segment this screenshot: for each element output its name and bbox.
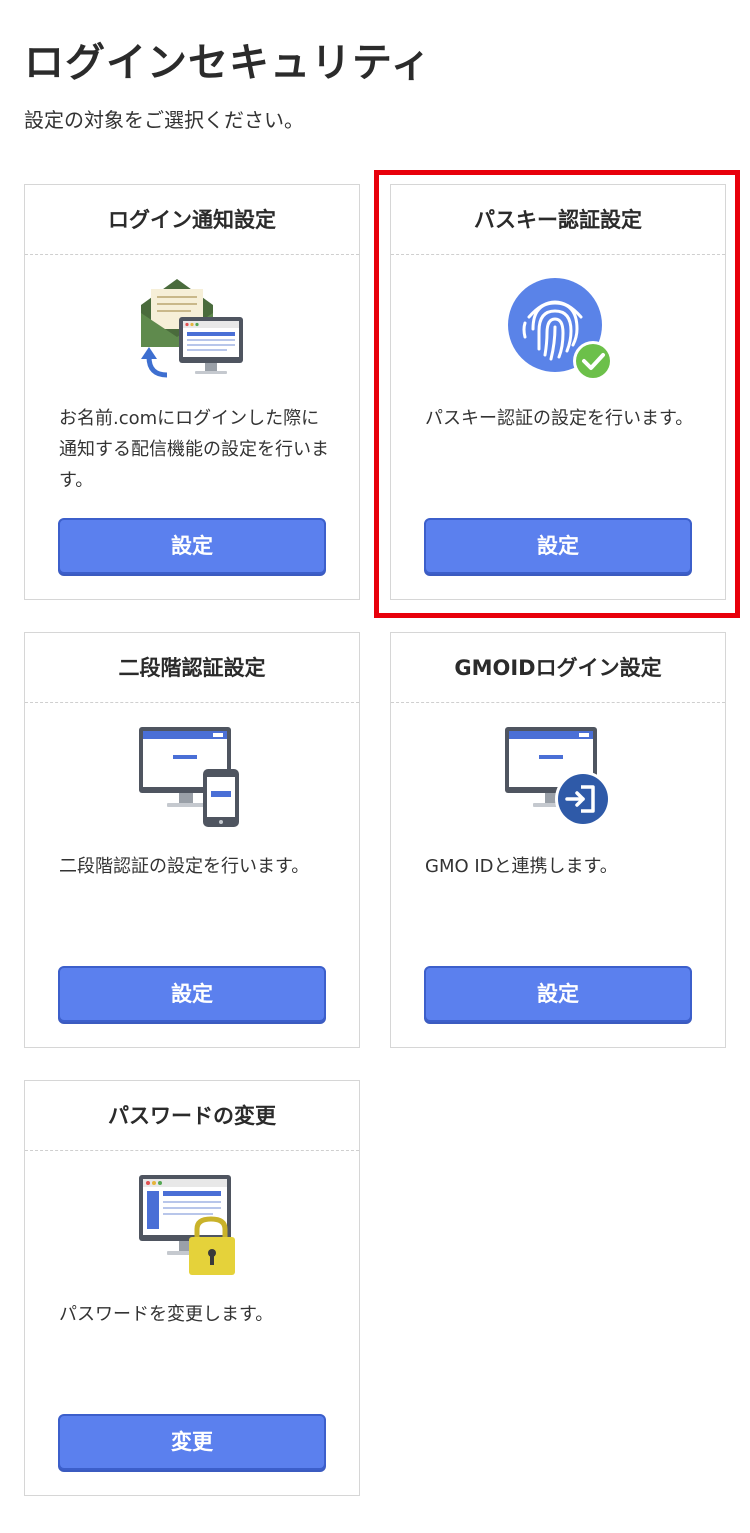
page-subtitle: 設定の対象をご選択ください。 xyxy=(24,108,304,132)
card-login-notice: ログイン通知設定 お名前.comにログインした際に通知する配信機能の設定を行いま… xyxy=(24,184,360,600)
page-title: ログインセキュリティ xyxy=(24,40,432,86)
card-title: パスワードの変更 xyxy=(25,1081,359,1151)
gmoid-settings-button[interactable]: 設定 xyxy=(424,966,692,1022)
monitor-phone-icon xyxy=(133,725,253,835)
card-description: 二段階認証の設定を行います。 xyxy=(59,856,310,877)
card-description: GMO IDと連携します。 xyxy=(425,856,618,877)
mail-monitor-icon xyxy=(133,277,253,387)
login-notice-settings-button[interactable]: 設定 xyxy=(58,518,326,574)
monitor-login-icon xyxy=(499,725,619,835)
card-title: ログイン通知設定 xyxy=(25,185,359,255)
card-two-factor: 二段階認証設定 二段階認証の設定を行います。 設定 xyxy=(24,632,360,1048)
card-password: パスワードの変更 パスワードを変更します。 変更 xyxy=(24,1080,360,1496)
card-title: GMOIDログイン設定 xyxy=(391,633,725,703)
highlight-frame xyxy=(374,170,740,618)
password-change-button[interactable]: 変更 xyxy=(58,1414,326,1470)
card-description: お名前.comにログインした際に通知する配信機能の設定を行います。 xyxy=(59,408,329,491)
two-factor-settings-button[interactable]: 設定 xyxy=(58,966,326,1022)
card-title: 二段階認証設定 xyxy=(25,633,359,703)
card-gmoid: GMOIDログイン設定 GMO IDと連携します。 設定 xyxy=(390,632,726,1048)
monitor-lock-icon xyxy=(133,1173,253,1283)
card-description: パスワードを変更します。 xyxy=(59,1304,274,1325)
